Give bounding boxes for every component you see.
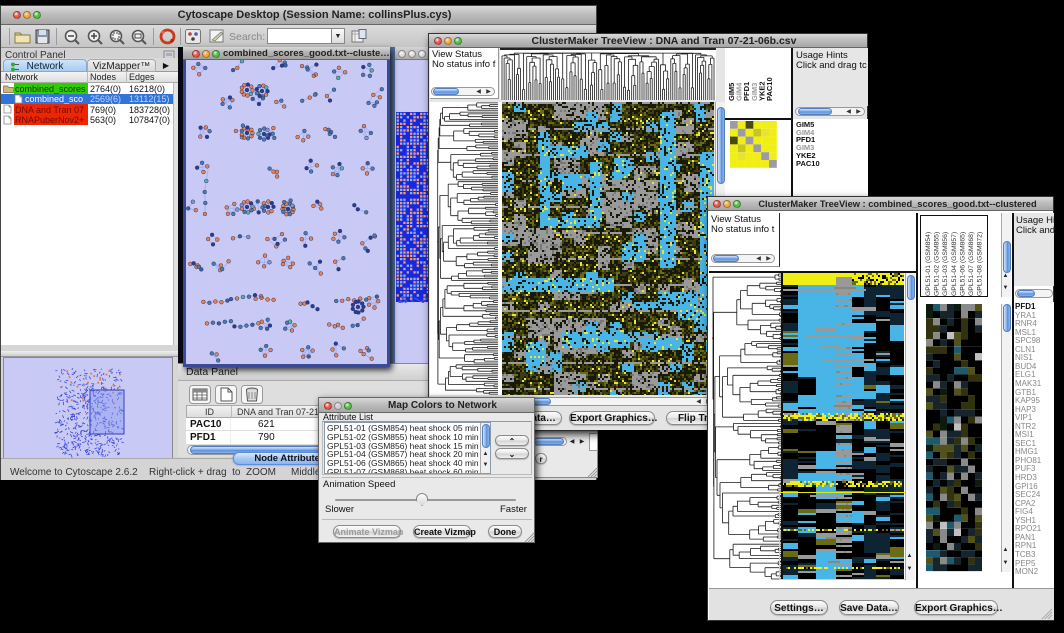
svg-text:GPL51-08 (GSM872): GPL51-08 (GSM872) <box>977 232 984 296</box>
svg-text:GPL51-01 (GSM854): GPL51-01 (GSM854) <box>925 232 932 296</box>
svg-text:GPL51-07 (GSM868): GPL51-07 (GSM868) <box>968 232 975 296</box>
svg-text:GPL51-03 (GSM856): GPL51-03 (GSM856) <box>942 232 949 296</box>
svg-text:PAC10: PAC10 <box>765 77 774 101</box>
svg-text:GPL51-02 (GSM855): GPL51-02 (GSM855) <box>934 232 941 296</box>
svg-text:GPL51-06 (GSM865): GPL51-06 (GSM865) <box>959 232 966 296</box>
svg-text:GPL51-04 (GSM857): GPL51-04 (GSM857) <box>951 232 958 296</box>
